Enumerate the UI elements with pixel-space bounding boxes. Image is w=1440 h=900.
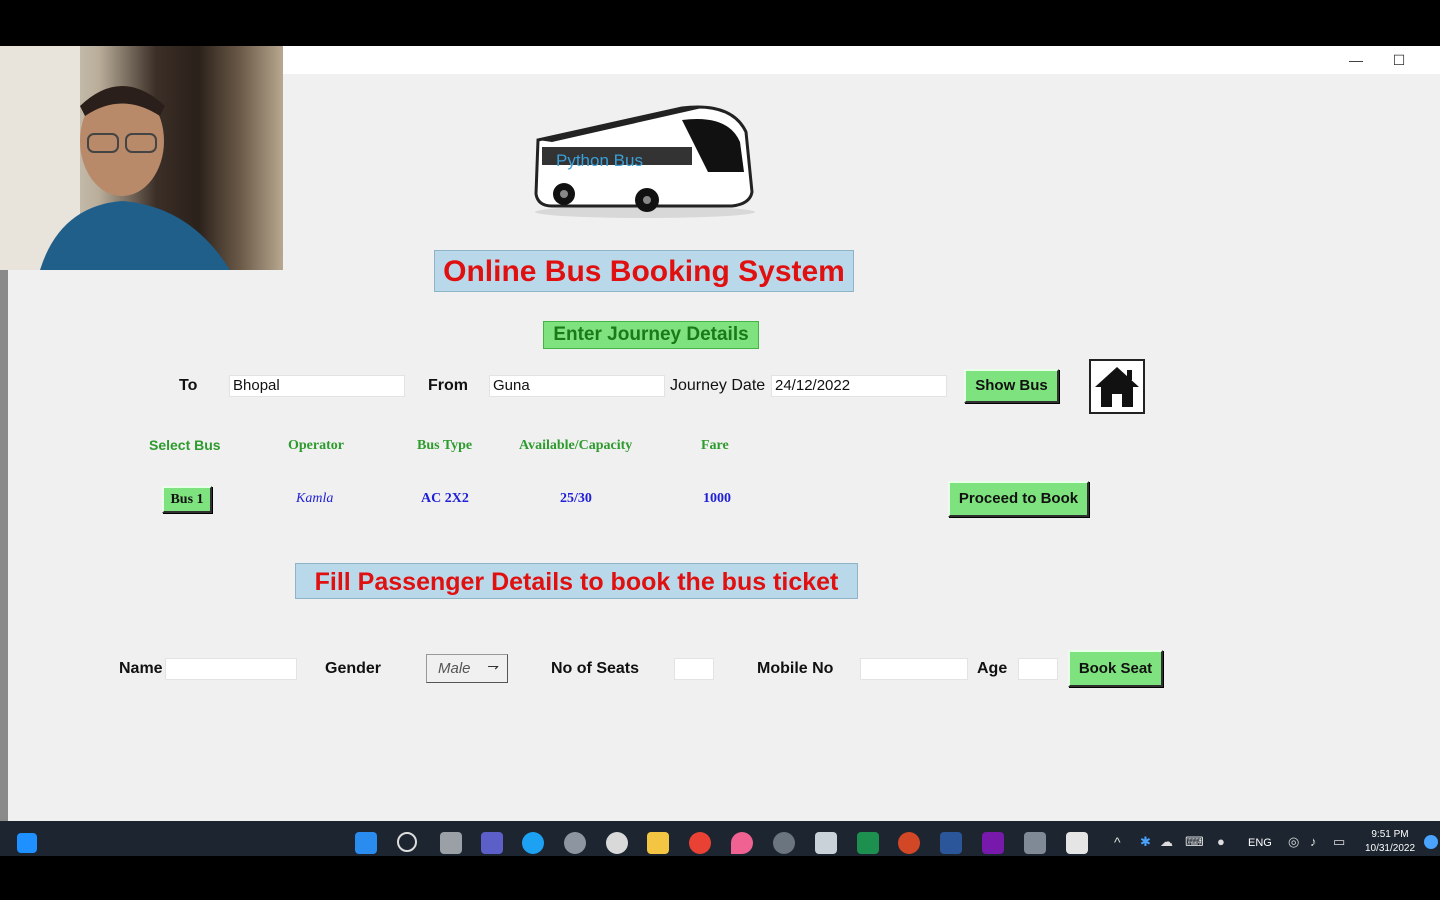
obs-icon[interactable] xyxy=(773,832,795,854)
header-select-bus: Select Bus xyxy=(149,437,221,453)
operator-value: Kamla xyxy=(296,491,334,506)
notification-icon[interactable] xyxy=(1424,835,1438,849)
gender-value: Male xyxy=(438,660,471,677)
network-icon[interactable]: ◎ xyxy=(1288,834,1299,850)
cloud-icon[interactable]: ☁ xyxy=(1160,834,1173,850)
from-label: From xyxy=(428,377,468,394)
paint-icon[interactable] xyxy=(731,832,753,854)
file-explorer-icon[interactable] xyxy=(647,832,669,854)
calculator-icon[interactable] xyxy=(1024,832,1046,854)
time-text: 9:51 PM xyxy=(1371,829,1409,840)
seats-input[interactable] xyxy=(674,658,714,680)
search-icon[interactable] xyxy=(397,832,417,852)
webcam-overlay xyxy=(0,46,283,270)
excel-icon[interactable] xyxy=(857,832,879,854)
date-text: 10/31/2022 xyxy=(1364,843,1416,854)
taskbar-clock[interactable]: 9:51 PM 10/31/2022 xyxy=(1352,828,1428,856)
home-button[interactable] xyxy=(1089,359,1145,414)
person-image xyxy=(0,46,230,270)
notepad-icon[interactable] xyxy=(1066,832,1088,854)
keyboard-icon[interactable]: ⌨ xyxy=(1185,834,1204,850)
seats-label: No of Seats xyxy=(551,660,640,677)
to-label: To xyxy=(179,377,198,394)
bus-logo-icon: Python Bus xyxy=(534,105,755,218)
show-bus-button[interactable]: Show Bus xyxy=(964,369,1059,403)
clock-app-icon[interactable] xyxy=(606,832,628,854)
header-fare: Fare xyxy=(701,438,729,453)
select-bus-1-button[interactable]: Bus 1 xyxy=(162,486,212,513)
fare-value: 1000 xyxy=(703,491,731,506)
age-label: Age xyxy=(977,660,1008,677)
start-icon[interactable] xyxy=(17,833,37,853)
dropdown-arrow-icon: ⇁ xyxy=(487,658,499,674)
mobile-label: Mobile No xyxy=(757,660,834,677)
from-input[interactable]: Guna xyxy=(489,375,665,397)
teams-icon[interactable] xyxy=(481,832,503,854)
availability-value: 25/30 xyxy=(560,491,592,506)
language-indicator[interactable]: ENG xyxy=(1248,837,1272,849)
powerpoint-icon[interactable] xyxy=(898,832,920,854)
page-title: Online Bus Booking System xyxy=(434,250,854,292)
age-input[interactable] xyxy=(1018,658,1058,680)
name-label: Name xyxy=(119,660,163,677)
bluetooth-icon[interactable]: ✱ xyxy=(1140,834,1151,850)
chevron-up-icon[interactable]: ^ xyxy=(1114,834,1121,850)
header-availability: Available/Capacity xyxy=(519,438,633,453)
house-icon xyxy=(1095,367,1139,407)
task-view-icon[interactable] xyxy=(440,832,462,854)
to-input[interactable]: Bhopal xyxy=(229,375,405,397)
chrome-icon[interactable] xyxy=(689,832,711,854)
name-input[interactable] xyxy=(165,658,297,680)
settings-icon[interactable] xyxy=(564,832,586,854)
windows-start-icon[interactable] xyxy=(355,832,377,854)
microphone-icon[interactable]: ● xyxy=(1217,834,1225,849)
proceed-to-book-button[interactable]: Proceed to Book xyxy=(948,481,1089,517)
onenote-icon[interactable] xyxy=(982,832,1004,854)
maximize-button[interactable]: ☐ xyxy=(1384,50,1414,70)
journey-date-input[interactable]: 24/12/2022 xyxy=(771,375,947,397)
book-seat-button[interactable]: Book Seat xyxy=(1068,650,1163,687)
bus-type-value: AC 2X2 xyxy=(421,491,469,506)
battery-icon[interactable]: ▭ xyxy=(1333,834,1345,850)
mobile-input[interactable] xyxy=(860,658,968,680)
edge-icon[interactable] xyxy=(522,832,544,854)
word-icon[interactable] xyxy=(940,832,962,854)
passenger-heading: Fill Passenger Details to book the bus t… xyxy=(295,563,858,599)
logo-text: Python Bus xyxy=(556,151,643,170)
journey-date-label: Journey Date xyxy=(670,377,766,394)
header-operator: Operator xyxy=(288,438,344,453)
journey-heading: Enter Journey Details xyxy=(543,321,759,349)
header-bus-type: Bus Type xyxy=(417,438,473,453)
gender-label: Gender xyxy=(325,660,382,677)
camera-icon[interactable] xyxy=(815,832,837,854)
volume-icon[interactable]: ♪ xyxy=(1310,834,1317,849)
gender-dropdown[interactable]: Male ⇁ xyxy=(426,654,508,683)
minimize-button[interactable]: — xyxy=(1341,50,1371,70)
